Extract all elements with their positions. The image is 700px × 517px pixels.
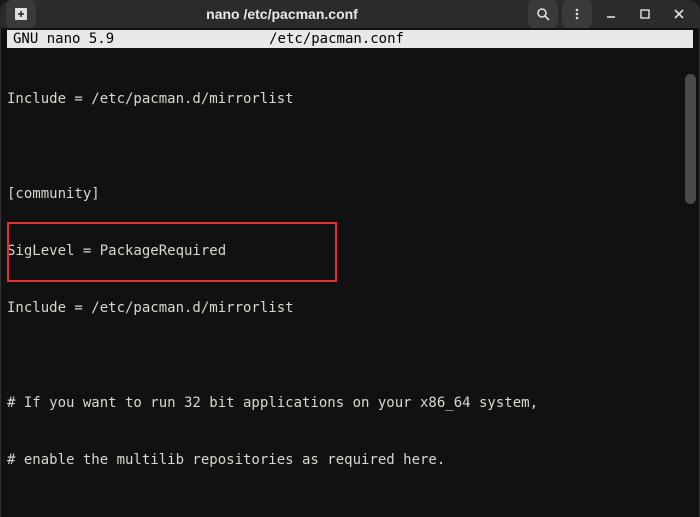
editor-line: # enable the multilib repositories as re… [7,451,693,470]
nano-app-label: GNU nano 5.9 [13,31,269,47]
nano-statusbar: GNU nano 5.9 /etc/pacman.conf [7,30,693,48]
window-titlebar: nano /etc/pacman.conf [0,0,700,28]
editor-line: Include = /etc/pacman.d/mirrorlist [7,90,693,109]
menu-icon [570,7,584,21]
terminal-area[interactable]: GNU nano 5.9 /etc/pacman.conf Include = … [0,28,700,517]
plus-icon [14,7,28,21]
maximize-button[interactable] [630,0,660,28]
editor-line: SigLevel = PackageRequired [7,242,693,261]
editor-line: # If you want to run 32 bit applications… [7,394,693,413]
menu-button[interactable] [562,0,592,28]
editor-line: [community] [7,185,693,204]
editor-content[interactable]: Include = /etc/pacman.d/mirrorlist [comm… [7,52,693,517]
close-button[interactable] [664,0,694,28]
search-icon [536,7,550,21]
close-icon [672,7,686,21]
window-title: nano /etc/pacman.conf [42,6,522,22]
maximize-icon [638,7,652,21]
editor-line: Include = /etc/pacman.d/mirrorlist [7,299,693,318]
search-button[interactable] [528,0,558,28]
new-tab-button[interactable] [6,0,36,28]
vertical-scrollbar[interactable] [685,74,696,204]
nano-file-label: /etc/pacman.conf [269,31,687,47]
minimize-button[interactable] [596,0,626,28]
minimize-icon [604,7,618,21]
